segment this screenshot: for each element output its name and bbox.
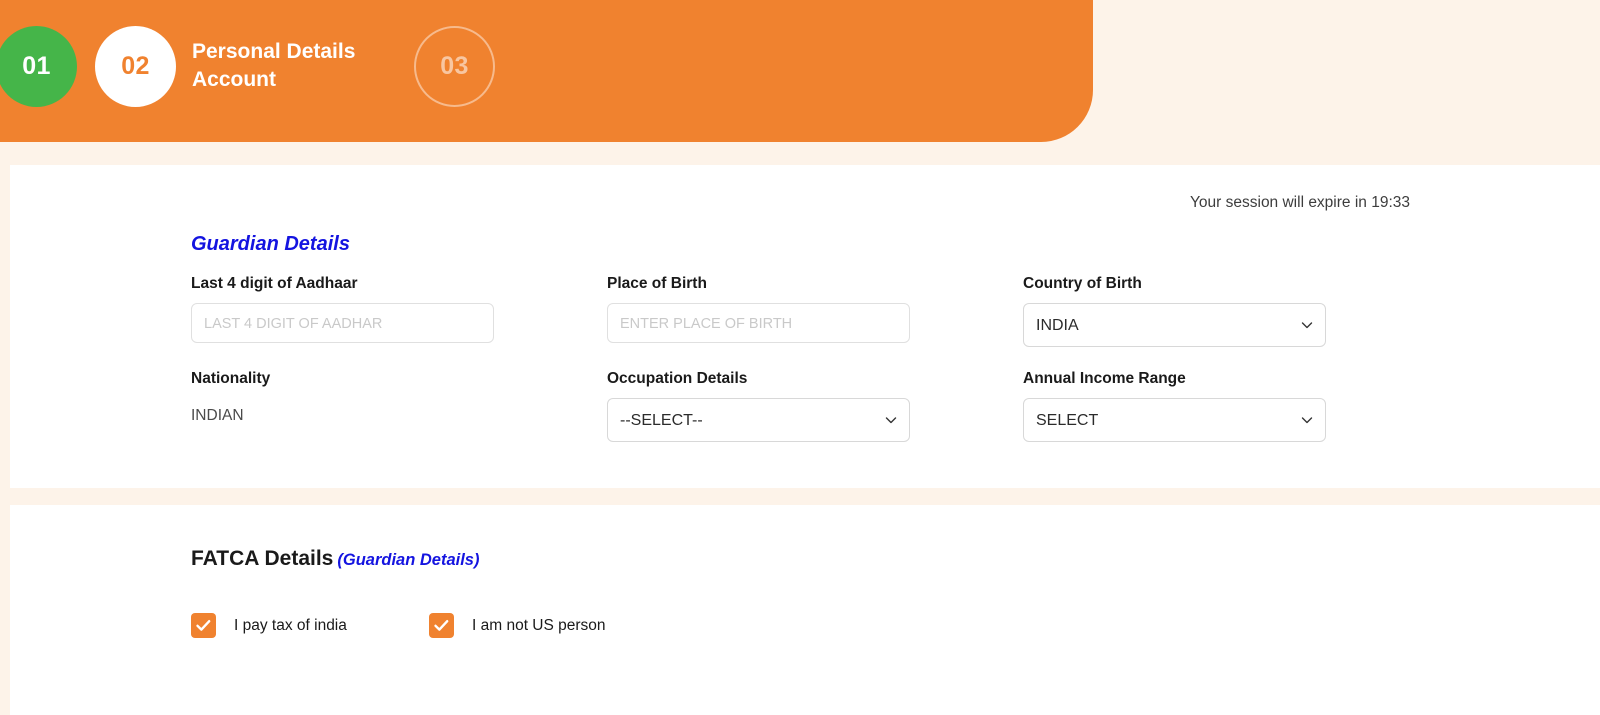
field-group-aadhaar: Last 4 digit of Aadhaar: [191, 275, 607, 347]
field-group-annual-income: Annual Income Range SELECT: [1023, 370, 1439, 442]
occupation-select[interactable]: --SELECT--: [607, 398, 910, 442]
step-number-03: 03: [440, 52, 469, 80]
session-expiry-notice: Your session will expire in 19:33: [1190, 194, 1410, 211]
occupation-select-wrap: --SELECT--: [607, 398, 910, 442]
form-row-1: Last 4 digit of Aadhaar Place of Birth C…: [191, 275, 1521, 347]
field-group-place-of-birth: Place of Birth: [607, 275, 1023, 347]
step-indicator-01[interactable]: 01: [0, 26, 77, 107]
guardian-form-grid: Last 4 digit of Aadhaar Place of Birth C…: [191, 275, 1521, 442]
country-of-birth-select[interactable]: INDIA: [1023, 303, 1326, 347]
country-of-birth-select-wrap: INDIA: [1023, 303, 1326, 347]
guardian-details-heading: Guardian Details: [191, 233, 350, 255]
checkbox-item-not-us-person[interactable]: I am not US person: [429, 613, 606, 638]
checkbox-checked-icon[interactable]: [429, 613, 454, 638]
step-number-01: 01: [22, 52, 51, 80]
annual-income-select-wrap: SELECT: [1023, 398, 1326, 442]
step-title-line-1: Personal Details: [192, 40, 356, 63]
checkbox-checked-icon[interactable]: [191, 613, 216, 638]
fatca-details-card: FATCA Details (Guardian Details) I pay ta…: [10, 505, 1600, 715]
label-annual-income: Annual Income Range: [1023, 370, 1186, 387]
step-indicator-02[interactable]: 02: [95, 26, 176, 107]
checkbox-label-pay-tax-india: I pay tax of india: [234, 616, 347, 634]
check-icon: [196, 620, 211, 631]
stepper-header: 01 02 Personal Details Account 03: [0, 0, 1093, 142]
label-country-of-birth: Country of Birth: [1023, 275, 1142, 292]
fatca-title-sub: (Guardian Details): [337, 551, 480, 569]
label-aadhaar: Last 4 digit of Aadhaar: [191, 275, 358, 292]
fatca-details-heading: FATCA Details (Guardian Details): [191, 547, 479, 571]
field-group-occupation: Occupation Details --SELECT--: [607, 370, 1023, 442]
check-icon: [434, 620, 449, 631]
aadhaar-last4-input[interactable]: [191, 303, 494, 343]
annual-income-select[interactable]: SELECT: [1023, 398, 1326, 442]
field-group-country-of-birth: Country of Birth INDIA: [1023, 275, 1439, 347]
label-place-of-birth: Place of Birth: [607, 275, 707, 292]
step-indicator-03[interactable]: 03: [414, 26, 495, 107]
checkbox-label-not-us-person: I am not US person: [472, 616, 606, 634]
steps-row: 01 02 Personal Details Account 03: [0, 0, 1093, 142]
fatca-title-main: FATCA Details: [191, 547, 334, 570]
guardian-details-card: Your session will expire in 19:33 Guardi…: [10, 165, 1600, 488]
form-row-2: Nationality INDIAN Occupation Details --…: [191, 370, 1521, 442]
place-of-birth-input[interactable]: [607, 303, 910, 343]
label-nationality: Nationality: [191, 370, 271, 387]
field-group-nationality: Nationality INDIAN: [191, 370, 607, 442]
step-title-line-2: Account: [192, 67, 276, 91]
checkbox-item-pay-tax-india[interactable]: I pay tax of india: [191, 613, 429, 638]
step-number-02: 02: [121, 52, 150, 80]
nationality-value: INDIAN: [191, 407, 244, 424]
label-occupation: Occupation Details: [607, 370, 748, 387]
fatca-checkbox-row: I pay tax of india I am not US person: [191, 613, 606, 638]
step-title: Personal Details Account: [192, 38, 407, 93]
